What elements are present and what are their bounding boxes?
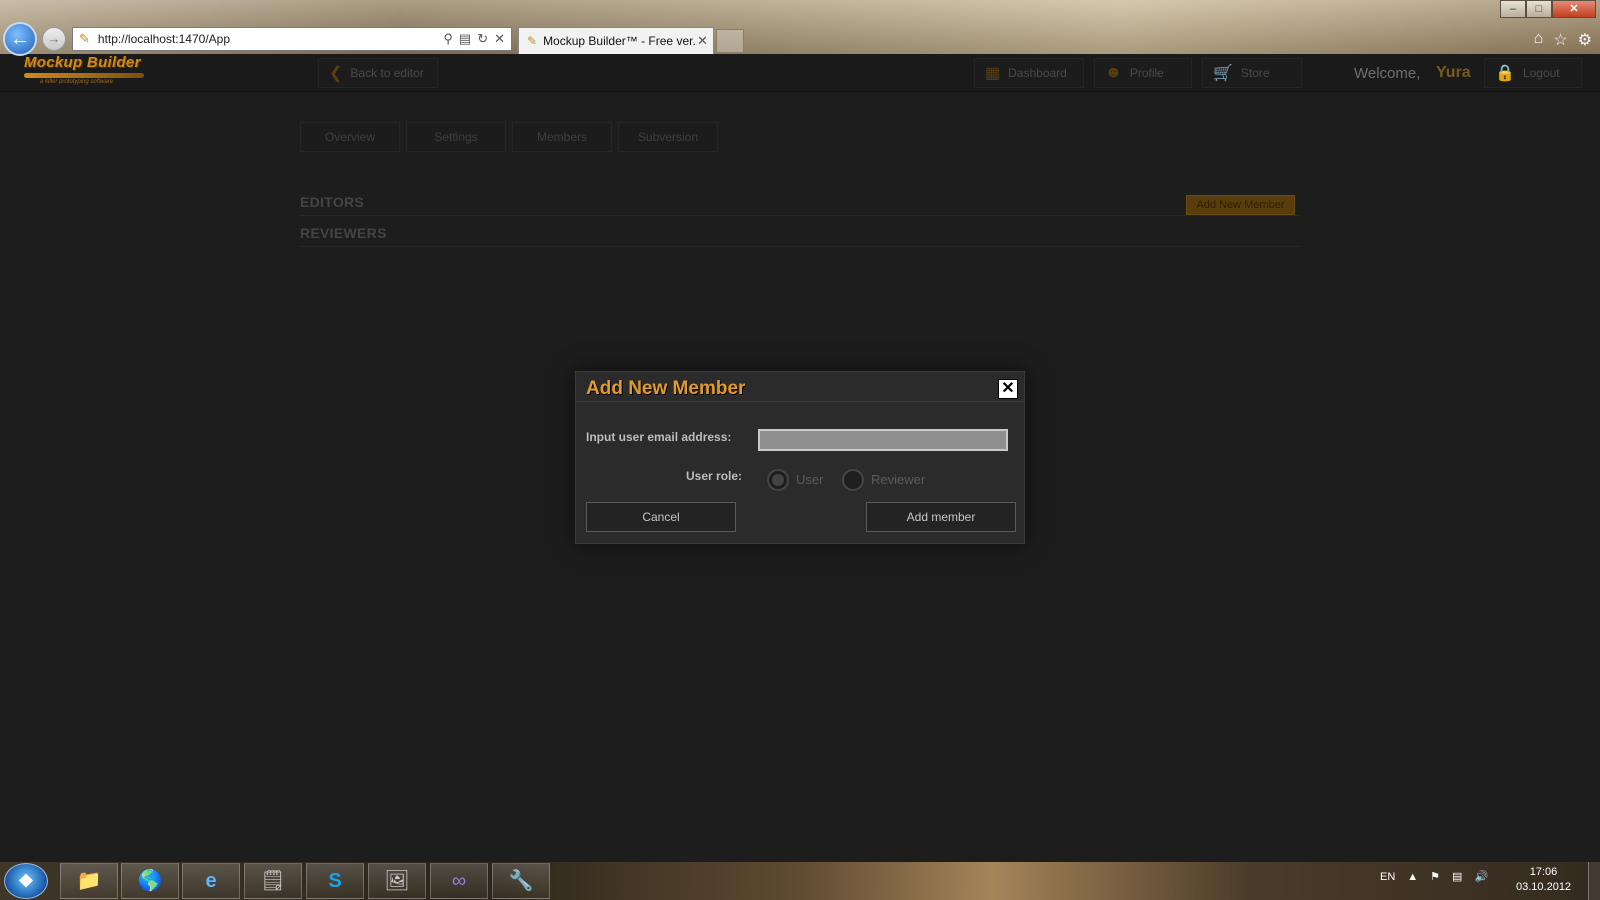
minimize-button[interactable]: –	[1500, 0, 1526, 18]
add-member-dialog: Add New Member ✕ Input user email addres…	[575, 371, 1025, 544]
show-desktop-button[interactable]	[1588, 862, 1600, 900]
network-icon[interactable]: ▤	[1452, 870, 1462, 883]
cancel-button[interactable]: Cancel	[586, 502, 736, 532]
nav-dashboard[interactable]: ▦ Dashboard	[974, 58, 1084, 88]
address-url[interactable]: http://localhost:1470/App	[98, 32, 443, 46]
browser-tab[interactable]: ✎ Mockup Builder™ - Free ver... ✕	[518, 27, 714, 54]
calendar-icon: ▦	[985, 65, 1001, 82]
favorites-star-icon[interactable]: ☆	[1553, 30, 1567, 50]
window-app-icon: 🖼	[384, 870, 410, 892]
reviewers-heading: REVIEWERS	[300, 225, 1300, 247]
project-tabs: Overview Settings Members Subversion	[300, 122, 718, 152]
search-icon[interactable]: ⚲	[443, 31, 453, 47]
welcome-text: Welcome,	[1354, 65, 1421, 82]
add-member-submit-button[interactable]: Add member	[866, 502, 1016, 532]
logout-button[interactable]: 🔒 Logout	[1484, 58, 1582, 88]
folder-icon: 📁	[76, 870, 102, 892]
windows-logo-icon: ❖	[17, 871, 35, 891]
action-center-flag-icon[interactable]: ⚑	[1430, 870, 1440, 883]
email-field[interactable]	[758, 429, 1008, 451]
role-label: User role:	[686, 469, 743, 483]
dialog-divider	[576, 401, 1024, 402]
email-label: Input user email address:	[586, 430, 732, 444]
taskbar-window-app[interactable]: 🖼	[368, 863, 426, 899]
role-reviewer-label[interactable]: Reviewer	[871, 472, 925, 487]
home-icon[interactable]: ⌂	[1534, 30, 1544, 50]
app-header: Mockup Builder a killer prototyping soft…	[0, 54, 1600, 92]
tab-settings[interactable]: Settings	[406, 122, 506, 152]
close-icon: ✕	[1001, 380, 1015, 397]
internet-explorer-icon: e	[205, 870, 217, 892]
taskbar-visual-studio[interactable]: ∞	[430, 863, 488, 899]
chevron-left-icon: ❮	[329, 65, 343, 82]
nav-profile-label: Profile	[1129, 66, 1164, 80]
nav-store-label: Store	[1240, 66, 1270, 80]
clock-date: 03.10.2012	[1516, 881, 1572, 893]
gear-icon[interactable]: ⚙	[1578, 30, 1592, 50]
tab-favicon-icon: ✎	[527, 34, 538, 48]
user-icon: ☻	[1105, 64, 1122, 81]
address-bar[interactable]: ✎ http://localhost:1470/App ⚲ ▤ ↻ ✕	[72, 27, 512, 51]
tab-close-icon[interactable]: ✕	[697, 33, 713, 49]
logout-label: Logout	[1522, 66, 1560, 80]
logo-text: Mockup Builder	[24, 54, 141, 71]
browser-toolbar-right: ⌂ ☆ ⚙	[1534, 30, 1592, 50]
maximize-button[interactable]: □	[1526, 0, 1552, 18]
new-tab-button[interactable]	[716, 29, 744, 53]
taskbar-skype[interactable]: S	[306, 863, 364, 899]
tab-subversion[interactable]: Subversion	[618, 122, 718, 152]
back-to-editor-label: Back to editor	[350, 66, 424, 80]
role-user-label[interactable]: User	[796, 472, 823, 487]
visual-studio-icon: ∞	[451, 870, 467, 892]
dialog-title: Add New Member	[586, 378, 746, 399]
firefox-icon: 🌎	[137, 870, 163, 892]
compat-view-icon[interactable]: ▤	[459, 31, 471, 47]
system-tray: EN ▲ ⚑ ▤ 🔊	[1380, 870, 1488, 884]
cart-icon: 🛒	[1213, 65, 1233, 82]
volume-icon[interactable]: 🔊	[1474, 870, 1488, 883]
lock-icon: 🔒	[1495, 65, 1515, 82]
taskbar-ie[interactable]: e	[182, 863, 240, 899]
nav-dashboard-label: Dashboard	[1008, 66, 1067, 80]
tab-members[interactable]: Members	[512, 122, 612, 152]
start-button[interactable]: ❖	[4, 863, 48, 899]
system-clock[interactable]: 17:06 03.10.2012	[1516, 865, 1571, 895]
window-controls: – □ ✕	[1500, 0, 1596, 18]
skype-icon: S	[328, 870, 342, 892]
nav-store[interactable]: 🛒 Store	[1202, 58, 1302, 88]
arrow-right-icon: →	[47, 31, 61, 46]
taskbar-explorer[interactable]: 📁	[60, 863, 118, 899]
nav-profile[interactable]: ☻ Profile	[1094, 58, 1192, 88]
tab-title: Mockup Builder™ - Free ver...	[543, 34, 697, 48]
taskbar-notes[interactable]: 🗒	[244, 863, 302, 899]
arrow-left-icon: ←	[10, 28, 30, 50]
taskbar-firefox[interactable]: 🌎	[121, 863, 179, 899]
app-logo[interactable]: Mockup Builder a killer prototyping soft…	[24, 54, 144, 90]
browser-forward-button[interactable]: →	[42, 27, 66, 51]
windows-taskbar: ❖ 📁 🌎 e 🗒 S 🖼 ∞ 🔧 EN ▲ ⚑ ▤ 🔊 17:06 03.10…	[0, 862, 1600, 900]
language-indicator[interactable]: EN	[1380, 871, 1395, 883]
browser-back-button[interactable]: ←	[3, 22, 37, 56]
refresh-icon[interactable]: ↻	[477, 31, 488, 47]
dialog-close-button[interactable]: ✕	[998, 379, 1018, 399]
tools-icon: 🔧	[508, 870, 534, 892]
username: Yura	[1436, 64, 1471, 81]
taskbar-tools[interactable]: 🔧	[492, 863, 550, 899]
add-new-member-button[interactable]: Add New Member	[1186, 195, 1295, 215]
sticky-notes-icon: 🗒	[260, 870, 286, 892]
stop-icon[interactable]: ✕	[494, 31, 505, 47]
role-user-radio[interactable]	[767, 469, 789, 491]
logo-pencil-bar	[24, 73, 144, 78]
clock-time: 17:06	[1529, 866, 1558, 878]
tab-overview[interactable]: Overview	[300, 122, 400, 152]
logo-tagline: a killer prototyping software	[40, 79, 114, 85]
tray-expand-icon[interactable]: ▲	[1407, 871, 1418, 883]
editors-heading: EDITORS	[300, 194, 1300, 216]
address-bar-icons: ⚲ ▤ ↻ ✕	[443, 31, 505, 47]
close-window-button[interactable]: ✕	[1552, 0, 1596, 18]
back-to-editor-button[interactable]: ❮ Back to editor	[318, 58, 438, 88]
page-favicon-icon: ✎	[79, 31, 90, 46]
role-reviewer-radio[interactable]	[842, 469, 864, 491]
